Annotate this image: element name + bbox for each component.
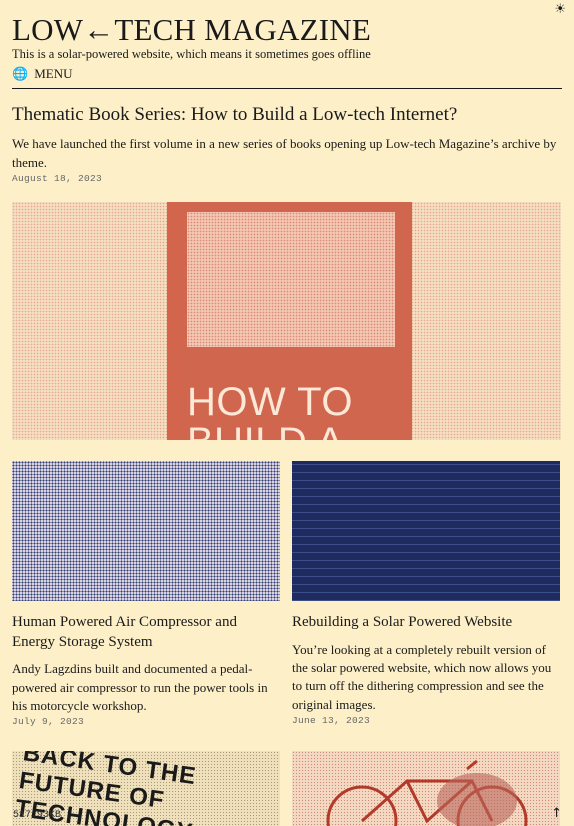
bicycle-image[interactable]	[292, 751, 560, 826]
article-card: Human Powered Air Compressor and Energy …	[12, 461, 280, 727]
header-divider	[12, 88, 562, 89]
site-title[interactable]: LOW←TECH MAGAZINE	[12, 14, 562, 45]
featured-title[interactable]: Thematic Book Series: How to Build a Low…	[12, 103, 562, 127]
article-excerpt: Andy Lagzdins built and documented a ped…	[12, 661, 268, 713]
book-photo	[187, 212, 395, 348]
article-title[interactable]: Rebuilding a Solar Powered Website	[292, 613, 560, 633]
article-excerpt: You’re looking at a completely rebuilt v…	[292, 641, 552, 712]
featured-image[interactable]: HOW TO BUILD A	[12, 202, 561, 441]
site-tagline: This is a solar-powered website, which m…	[12, 47, 371, 61]
theme-toggle-sun-icon[interactable]: ☀	[554, 3, 566, 16]
article-card	[292, 751, 560, 826]
globe-icon: 🌐	[12, 66, 29, 82]
code-screenshot-image[interactable]	[292, 461, 560, 602]
article-grid: Human Powered Air Compressor and Energy …	[0, 461, 574, 727]
scroll-to-top-icon[interactable]: ↑	[551, 806, 562, 821]
air-compressor-image[interactable]	[12, 461, 280, 602]
menu-button[interactable]: 🌐 MENU	[12, 66, 562, 82]
site-header: ☀ LOW←TECH MAGAZINE This is a solar-powe…	[0, 0, 574, 82]
article-date: June 13, 2023	[292, 714, 371, 726]
featured-date: August 18, 2023	[12, 173, 103, 185]
book-spine	[167, 202, 179, 441]
article-date: July 9, 2023	[12, 716, 85, 727]
featured-article: Thematic Book Series: How to Build a Low…	[0, 103, 574, 441]
book-cover: HOW TO BUILD A	[167, 202, 412, 441]
book-cover-title: HOW TO BUILD A	[187, 380, 353, 440]
article-grid-lower: BACK TO THE FUTURE OF TECHNOLOGY	[0, 751, 574, 826]
page-size-indicator: 517.93KB	[13, 810, 62, 821]
bicycle-icon	[326, 759, 528, 826]
featured-excerpt: We have launched the first volume in a n…	[12, 135, 557, 170]
article-card: Rebuilding a Solar Powered Website You’r…	[292, 461, 560, 727]
menu-label: MENU	[34, 66, 73, 81]
article-title[interactable]: Human Powered Air Compressor and Energy …	[12, 613, 280, 652]
